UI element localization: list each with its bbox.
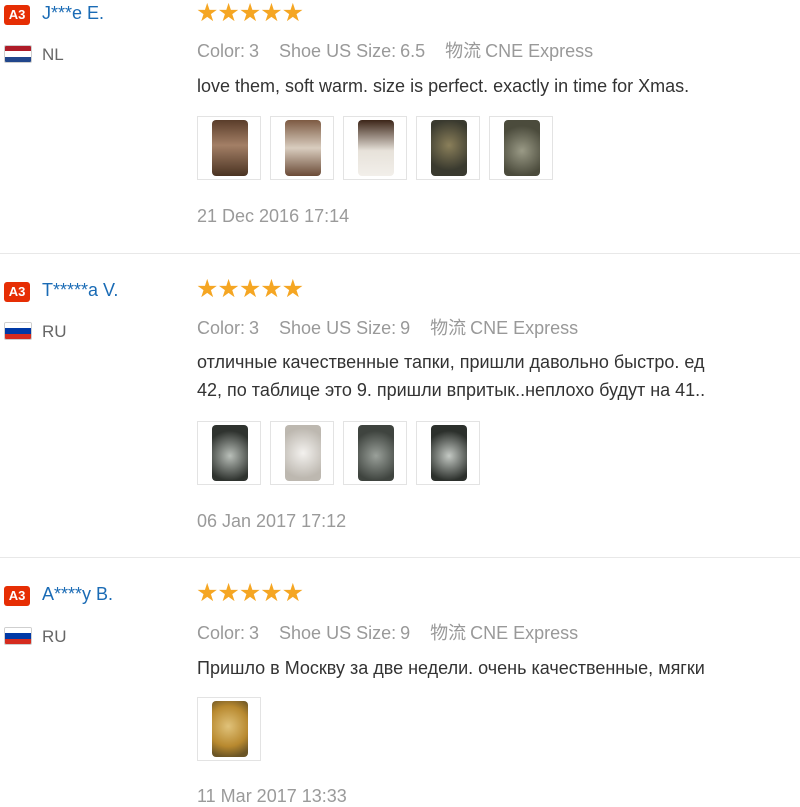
shipping-value: CNE Express [470, 623, 579, 643]
review-photo-thumbnail[interactable] [343, 116, 407, 180]
review-text-line: отличные качественные тапки, пришли даво… [197, 352, 705, 372]
color-value: 3 [249, 318, 260, 338]
review-photo-thumbnail[interactable] [489, 116, 553, 180]
order-info: Color: 3 Shoe US Size: 6.5 物流 CNE Express [197, 37, 593, 63]
review-photo-thumbnail[interactable] [197, 697, 261, 761]
review-photo-thumbnail[interactable] [197, 421, 261, 485]
ru-flag-icon [4, 322, 32, 340]
color-label: Color: [197, 41, 246, 61]
nl-flag-icon [4, 45, 32, 63]
review-photo-thumbnail[interactable] [197, 116, 261, 180]
reviewer-name[interactable]: A****y B. [42, 584, 113, 605]
review-divider [0, 557, 800, 558]
star-rating: ★★★★★ [196, 0, 304, 27]
reviewer-country: RU [42, 322, 67, 341]
review-text-line: love them, soft warm. size is perfect. e… [197, 76, 690, 96]
star-rating: ★★★★★ [196, 275, 304, 303]
review-text: отличные качественные тапки, пришли даво… [197, 348, 705, 404]
shipping-label: 物流 [430, 623, 467, 643]
review-photo-thumbnail[interactable] [270, 421, 334, 485]
review-date: 11 Mar 2017 13:33 [197, 786, 347, 806]
review-photo-thumbnail[interactable] [416, 421, 480, 485]
buyer-level-badge: A3 [4, 5, 30, 25]
shipping-value: CNE Express [485, 41, 594, 61]
color-value: 3 [249, 623, 260, 643]
review-photos [197, 421, 489, 485]
review-photo-thumbnail[interactable] [416, 116, 480, 180]
review-text-line: 42, по таблице это 9. пришли впритык..не… [197, 380, 706, 400]
review-date: 06 Jan 2017 17:12 [197, 511, 347, 531]
review-photo-thumbnail[interactable] [343, 421, 407, 485]
reviewer-name[interactable]: T*****a V. [42, 280, 118, 301]
color-label: Color: [197, 623, 246, 643]
review-text: love them, soft warm. size is perfect. e… [197, 72, 689, 100]
color-value: 3 [249, 41, 260, 61]
color-label: Color: [197, 318, 246, 338]
size-label: Shoe US Size: [279, 41, 397, 61]
size-label: Shoe US Size: [279, 623, 397, 643]
shipping-label: 物流 [445, 41, 482, 61]
reviewer-country: NL [42, 45, 64, 64]
order-info: Color: 3 Shoe US Size: 9 物流 CNE Express [197, 619, 578, 645]
buyer-level-badge: A3 [4, 282, 30, 302]
size-value: 9 [400, 623, 411, 643]
shipping-value: CNE Express [470, 318, 579, 338]
review-text-line: Пришло в Москву за две недели. очень кач… [197, 658, 705, 678]
size-value: 9 [400, 318, 411, 338]
review-photos [197, 116, 562, 180]
review-divider [0, 253, 800, 254]
reviewer-country: RU [42, 627, 67, 646]
review-photo-thumbnail[interactable] [270, 116, 334, 180]
ru-flag-icon [4, 627, 32, 645]
review-text: Пришло в Москву за две недели. очень кач… [197, 654, 705, 682]
shipping-label: 物流 [430, 318, 467, 338]
star-rating: ★★★★★ [196, 579, 304, 607]
size-label: Shoe US Size: [279, 318, 397, 338]
size-value: 6.5 [400, 41, 426, 61]
review-photos [197, 697, 270, 761]
buyer-level-badge: A3 [4, 586, 30, 606]
order-info: Color: 3 Shoe US Size: 9 物流 CNE Express [197, 314, 578, 340]
reviewer-name[interactable]: J***e E. [42, 3, 104, 24]
review-date: 21 Dec 2016 17:14 [197, 206, 350, 226]
